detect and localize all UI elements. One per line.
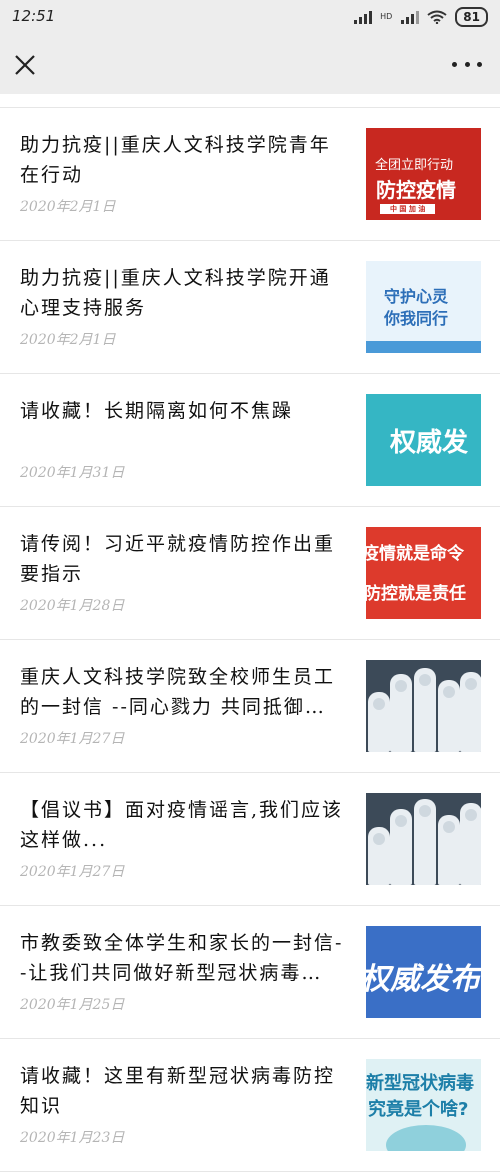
list-item[interactable]: 【倡议书】面对疫情谣言,我们应该这样做... 2020年1月27日 — [0, 773, 500, 906]
thumb-text: 权威发 — [390, 428, 469, 458]
thumb-text: 疫情就是命令 — [366, 544, 464, 564]
article-title: 助力抗疫||重庆人文科技学院开通心理支持服务 — [20, 267, 331, 319]
thumb-figure — [368, 827, 390, 885]
article-thumbnail: 权威发 — [366, 394, 481, 486]
article-date: 2020年2月1日 — [20, 332, 116, 348]
article-thumbnail: 守护心灵 你我同行 — [366, 261, 481, 353]
thumb-decor — [366, 341, 481, 353]
article-title: 请收藏！这里有新型冠状病毒防控知识 — [20, 1065, 336, 1117]
hd-label: HD — [380, 12, 393, 21]
article-thumbnail — [366, 793, 481, 885]
nav-bar — [0, 36, 500, 94]
article-list: 助力抗疫||重庆人文科技学院青年在行动 2020年2月1日 全团立即行动 防控疫… — [0, 108, 500, 1172]
thumb-text: 你我同行 — [384, 309, 449, 328]
thumb-decor — [386, 1125, 466, 1151]
article-title: 助力抗疫||重庆人文科技学院青年在行动 — [20, 134, 331, 186]
status-icons: HD 81 — [354, 7, 488, 27]
thumb-text: 究竟是个啥? — [368, 1099, 469, 1120]
battery-indicator: 81 — [455, 7, 488, 27]
article-date: 2020年1月31日 — [20, 465, 125, 481]
article-title: 重庆人文科技学院致全校师生员工的一封信 --同心戮力 共同抵御新... — [20, 666, 336, 718]
status-bar: 12:51 HD 81 — [0, 0, 500, 36]
thumb-figure — [414, 668, 436, 752]
article-thumbnail — [366, 660, 481, 752]
article-title: 请收藏！长期隔离如何不焦躁 — [20, 400, 294, 422]
thumb-text: 全团立即行动 — [375, 158, 454, 173]
article-thumbnail: 疫情就是命令 防控就是责任 — [366, 527, 481, 619]
article-date: 2020年1月28日 — [20, 598, 125, 614]
article-date: 2020年1月25日 — [20, 997, 125, 1013]
list-item[interactable]: 助力抗疫||重庆人文科技学院开通心理支持服务 2020年2月1日 守护心灵 你我… — [0, 241, 500, 374]
thumb-text: 守护心灵 — [384, 287, 449, 306]
thumb-figure — [460, 672, 481, 752]
article-title: 市教委致全体学生和家长的一封信--让我们共同做好新型冠状病毒感... — [20, 932, 344, 984]
list-item[interactable]: 请收藏！这里有新型冠状病毒防控知识 2020年1月23日 新型冠状病毒 究竟是个… — [0, 1039, 500, 1172]
signal-icon — [354, 10, 373, 24]
thumb-figure — [390, 809, 412, 885]
more-icon[interactable] — [452, 56, 482, 72]
article-title: 请传阅！习近平就疫情防控作出重要指示 — [20, 533, 336, 585]
list-item[interactable]: 请收藏！长期隔离如何不焦躁 2020年1月31日 权威发 — [0, 374, 500, 507]
article-thumbnail: 全团立即行动 防控疫情 中 国 加 油 — [366, 128, 481, 220]
thumb-text: 权威发布 — [366, 962, 480, 997]
status-time: 12:51 — [12, 7, 56, 25]
thumb-text: 新型冠状病毒 — [366, 1073, 474, 1094]
close-icon[interactable] — [12, 52, 38, 78]
article-date: 2020年1月27日 — [20, 864, 125, 880]
thumb-text: 防控疫情 — [376, 178, 456, 202]
list-item[interactable]: 重庆人文科技学院致全校师生员工的一封信 --同心戮力 共同抵御新... 2020… — [0, 640, 500, 773]
thumb-figure — [438, 680, 460, 752]
thumb-figure — [438, 815, 460, 885]
thumb-text: 中 国 加 油 — [380, 204, 436, 214]
article-date: 2020年1月23日 — [20, 1130, 125, 1146]
thumb-figure — [368, 692, 390, 752]
wifi-icon — [427, 10, 447, 24]
signal-icon-2 — [401, 10, 420, 24]
article-date: 2020年1月27日 — [20, 731, 125, 747]
list-item[interactable]: 请传阅！习近平就疫情防控作出重要指示 2020年1月28日 疫情就是命令 防控就… — [0, 507, 500, 640]
article-thumbnail: 权威发布 — [366, 926, 481, 1018]
thumb-text: 防控就是责任 — [366, 584, 466, 604]
thumb-figure — [390, 674, 412, 752]
list-item[interactable]: 市教委致全体学生和家长的一封信--让我们共同做好新型冠状病毒感... 2020年… — [0, 906, 500, 1039]
thumb-figure — [460, 803, 481, 885]
list-item[interactable]: 助力抗疫||重庆人文科技学院青年在行动 2020年2月1日 全团立即行动 防控疫… — [0, 108, 500, 241]
article-date: 2020年2月1日 — [20, 199, 116, 215]
article-title: 【倡议书】面对疫情谣言,我们应该这样做... — [20, 799, 344, 851]
thumb-figure — [414, 799, 436, 885]
article-thumbnail: 新型冠状病毒 究竟是个啥? — [366, 1059, 481, 1151]
